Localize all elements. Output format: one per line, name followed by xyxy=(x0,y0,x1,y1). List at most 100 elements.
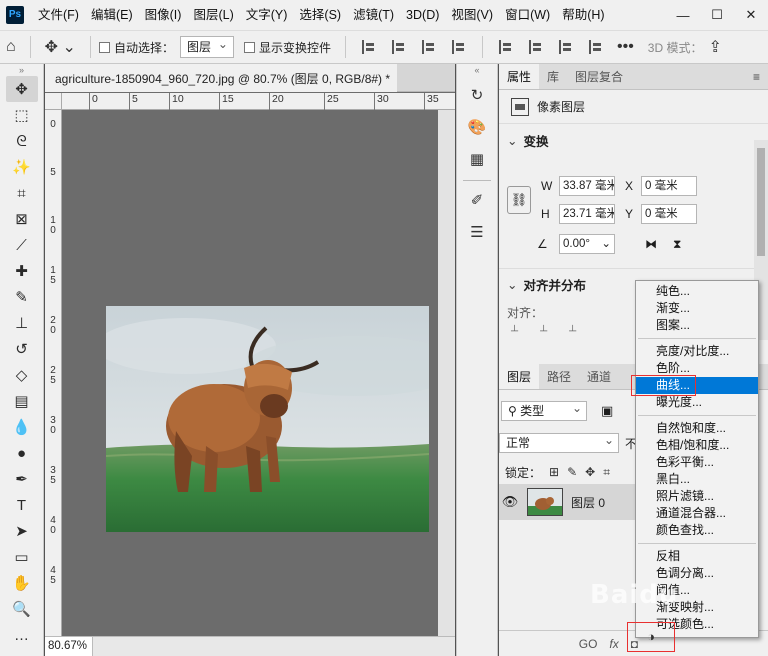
lock-transparent-icon[interactable]: ⊞ xyxy=(549,465,559,479)
tab-layer-comps[interactable]: 图层复合 xyxy=(567,64,631,89)
dodge-tool-icon[interactable]: ● xyxy=(6,440,38,466)
menu-item-vibrance[interactable]: 自然饱和度... xyxy=(636,420,758,437)
visibility-eye-icon[interactable]: 👁 xyxy=(499,494,521,510)
home-icon[interactable]: ⌂ xyxy=(0,38,22,56)
adjustments-panel-icon[interactable]: ☰ xyxy=(464,219,490,245)
filter-kind-dropdown[interactable]: ⚲ 类型 xyxy=(501,399,587,421)
clone-stamp-tool-icon[interactable]: ⊥ xyxy=(6,310,38,336)
blend-mode-dropdown[interactable]: 正常 xyxy=(499,431,619,453)
link-layers-icon[interactable]: GO xyxy=(579,637,598,651)
crop-tool-icon[interactable]: ⌗ xyxy=(6,180,38,206)
tab-libraries[interactable]: 库 xyxy=(539,64,567,89)
more-tools-icon[interactable]: … xyxy=(6,622,38,648)
align-right-edges-icon[interactable] xyxy=(421,40,436,54)
zoom-level-field[interactable]: 80.67% xyxy=(45,637,93,656)
vertical-scrollbar[interactable] xyxy=(438,110,455,636)
eyedropper-tool-icon[interactable]: ⟋ xyxy=(6,232,38,258)
horizontal-ruler[interactable]: 0 5 10 15 20 25 30 35 xyxy=(62,93,455,110)
magic-wand-tool-icon[interactable]: ✨ xyxy=(6,154,38,180)
path-selection-tool-icon[interactable]: ➤ xyxy=(6,518,38,544)
menu-item-gradient[interactable]: 渐变... xyxy=(636,300,758,317)
menu-item-exposure[interactable]: 曝光度... xyxy=(636,394,758,411)
document-tab[interactable]: agriculture-1850904_960_720.jpg @ 80.7% … xyxy=(45,64,397,92)
menu-item-color-lookup[interactable]: 颜色查找... xyxy=(636,522,758,539)
align-horizontal-centers-icon[interactable] xyxy=(391,40,406,54)
checkbox-box[interactable] xyxy=(98,41,110,53)
menu-help[interactable]: 帮助(H) xyxy=(556,0,610,30)
flip-vertical-icon[interactable]: ⧗ xyxy=(673,237,681,252)
collapse-icon[interactable]: » xyxy=(0,64,43,76)
lock-position-icon[interactable]: ✥ xyxy=(585,465,595,479)
eraser-tool-icon[interactable]: ◇ xyxy=(6,362,38,388)
chevron-down-icon[interactable]: ⌄ xyxy=(601,235,611,253)
close-button[interactable]: ✕ xyxy=(734,0,768,30)
fx-icon[interactable]: fx xyxy=(609,637,618,651)
distribute-horizontal-icon[interactable] xyxy=(588,40,603,54)
lock-image-icon[interactable]: ✎ xyxy=(567,465,577,479)
align-buttons-icon[interactable]: ┴┴┴ xyxy=(511,326,598,337)
maximize-button[interactable]: ☐ xyxy=(700,0,734,30)
align-top-edges-icon[interactable] xyxy=(498,40,513,54)
chevron-down-icon[interactable]: ⌄ xyxy=(507,277,517,292)
more-options-icon[interactable]: ••• xyxy=(611,38,640,56)
adjustment-layer-icon[interactable]: ◑ xyxy=(628,623,674,651)
auto-select-target-dropdown[interactable]: 图层 xyxy=(179,35,234,58)
move-tool-preset-icon[interactable]: ✥ ⌄ xyxy=(39,37,82,57)
menu-image[interactable]: 图像(I) xyxy=(139,0,188,30)
menu-item-invert[interactable]: 反相 xyxy=(636,548,758,565)
tab-paths[interactable]: 路径 xyxy=(539,364,579,389)
history-panel-icon[interactable]: ↻ xyxy=(464,82,490,108)
show-transform-checkbox[interactable]: 显示变换控件 xyxy=(243,39,331,56)
chevron-down-icon[interactable]: ⌄ xyxy=(507,133,517,148)
height-field[interactable]: 23.71 毫米 xyxy=(559,204,615,224)
x-field[interactable]: 0 毫米 xyxy=(641,176,697,196)
image-filter-icon[interactable]: ▣ xyxy=(601,403,613,419)
ruler-origin[interactable] xyxy=(45,93,62,110)
menu-item-brightness-contrast[interactable]: 亮度/对比度... xyxy=(636,343,758,360)
menu-item-channel-mixer[interactable]: 通道混合器... xyxy=(636,505,758,522)
menu-view[interactable]: 视图(V) xyxy=(445,0,499,30)
gradient-tool-icon[interactable]: ▤ xyxy=(6,388,38,414)
menu-item-color-balance[interactable]: 色彩平衡... xyxy=(636,454,758,471)
angle-field[interactable]: 0.00° ⌄ xyxy=(559,234,615,254)
zoom-tool-icon[interactable]: 🔍 xyxy=(6,596,38,622)
y-field[interactable]: 0 毫米 xyxy=(641,204,697,224)
menu-layer[interactable]: 图层(L) xyxy=(187,0,239,30)
transform-section-header[interactable]: ⌄ 变换 xyxy=(499,124,768,156)
brush-tool-icon[interactable]: ✎ xyxy=(6,284,38,310)
scrollbar-thumb[interactable] xyxy=(757,148,765,256)
align-left-edges-icon[interactable] xyxy=(361,40,376,54)
menu-select[interactable]: 选择(S) xyxy=(293,0,347,30)
menu-window[interactable]: 窗口(W) xyxy=(499,0,556,30)
swatches-panel-icon[interactable]: ▦ xyxy=(464,146,490,172)
color-panel-icon[interactable]: 🎨 xyxy=(464,114,490,140)
rectangle-tool-icon[interactable]: ▭ xyxy=(6,544,38,570)
checkbox-box[interactable] xyxy=(243,41,255,53)
share-icon[interactable]: ⇪ xyxy=(702,37,727,57)
distribute-vertical-icon[interactable] xyxy=(451,40,466,54)
highland-cow-photo[interactable] xyxy=(106,306,429,532)
menu-item-black-white[interactable]: 黑白... xyxy=(636,471,758,488)
hand-tool-icon[interactable]: ✋ xyxy=(6,570,38,596)
menu-item-pattern[interactable]: 图案... xyxy=(636,317,758,334)
type-tool-icon[interactable]: T xyxy=(6,492,38,518)
blur-tool-icon[interactable]: 💧 xyxy=(6,414,38,440)
menu-item-photo-filter[interactable]: 照片滤镜... xyxy=(636,488,758,505)
vertical-ruler[interactable]: 0 5 10 15 20 25 30 35 40 45 xyxy=(45,110,62,640)
menu-item-hue-saturation[interactable]: 色相/饱和度... xyxy=(636,437,758,454)
tab-properties[interactable]: 属性 xyxy=(499,64,540,89)
move-tool-icon[interactable]: ✥ xyxy=(5,76,38,102)
minimize-button[interactable]: — xyxy=(666,0,700,30)
pen-tool-icon[interactable]: ✒ xyxy=(6,466,38,492)
lasso-tool-icon[interactable]: ᘓ xyxy=(6,128,38,154)
healing-brush-tool-icon[interactable]: ✚ xyxy=(6,258,38,284)
collapse-icon[interactable]: « xyxy=(457,64,497,76)
panel-menu-icon[interactable]: ≡ xyxy=(753,70,760,84)
link-dimensions-icon[interactable]: ⛓ xyxy=(507,186,531,214)
tab-layers[interactable]: 图层 xyxy=(499,364,540,389)
brush-settings-icon[interactable]: ✐ xyxy=(464,187,490,213)
flip-horizontal-icon[interactable]: ⧓ xyxy=(645,237,657,251)
menu-item-solid-color[interactable]: 纯色... xyxy=(636,283,758,300)
canvas[interactable] xyxy=(62,110,438,636)
menu-edit[interactable]: 编辑(E) xyxy=(85,0,139,30)
